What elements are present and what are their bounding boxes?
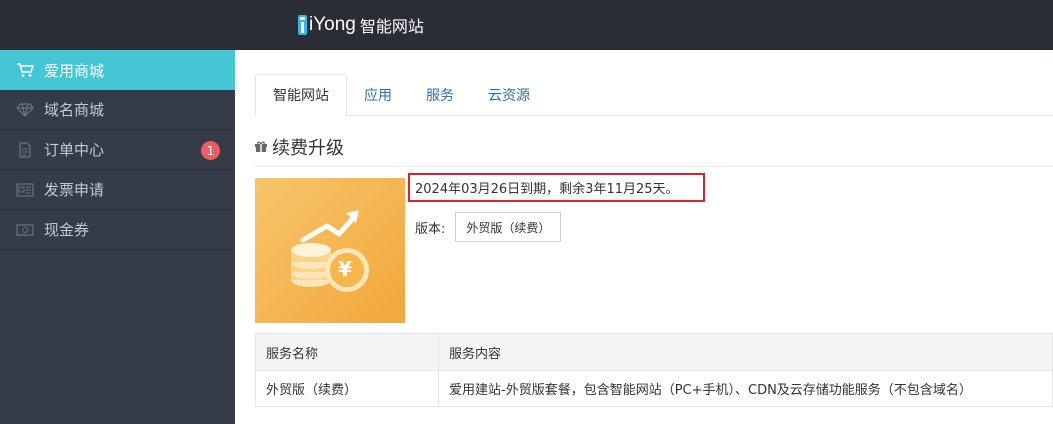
- sidebar-item-invoice[interactable]: 发票申请: [0, 170, 235, 210]
- tab-services[interactable]: 服务: [409, 74, 471, 116]
- coin-symbol: ¥: [338, 257, 352, 281]
- sidebar: 爱用商城 域名商城 订单中心 1 发票申请 现金券: [0, 50, 235, 424]
- sidebar-item-coupon[interactable]: 现金券: [0, 210, 235, 250]
- table-row: 外贸版（续费） 爱用建站-外贸版套餐，包含智能网站（PC+手机）、CDN及云存储…: [255, 370, 1053, 407]
- coupon-icon: [16, 222, 34, 238]
- top-bar: iYong 智能网站: [0, 0, 1053, 50]
- version-label: 版本:: [415, 221, 446, 237]
- document-icon: [16, 141, 34, 158]
- coins-growth-icon: [291, 210, 369, 292]
- sidebar-item-label: 订单中心: [44, 141, 105, 159]
- service-content-cell: 爱用建站-外贸版套餐，包含智能网站（PC+手机）、CDN及云存储功能服务（不包含…: [438, 370, 1053, 407]
- logo-icon: [298, 15, 307, 35]
- service-name-cell: 外贸版（续费）: [255, 370, 439, 407]
- tab-smart-website[interactable]: 智能网站: [255, 74, 347, 116]
- sidebar-item-mall[interactable]: 爱用商城: [0, 50, 235, 90]
- service-table: 服务名称 服务内容 外贸版（续费） 爱用建站-外贸版套餐，包含智能网站（PC+手…: [255, 333, 1053, 407]
- logo-subtitle: 智能网站: [359, 17, 424, 36]
- invoice-icon: [16, 182, 34, 198]
- main-content: 智能网站 应用 服务 云资源 续费升级 ¥ 2024年03月26日到期，剩余3年…: [235, 50, 1053, 424]
- expire-notice: 2024年03月26日到期，剩余3年11月25天。: [408, 173, 705, 202]
- sidebar-item-label: 发票申请: [44, 181, 105, 199]
- section-title: 续费升级: [255, 134, 344, 160]
- tab-bar: 智能网站 应用 服务 云资源: [255, 74, 547, 116]
- version-row: 版本: 外贸版（续费）: [415, 212, 562, 242]
- logo[interactable]: iYong 智能网站: [298, 12, 424, 38]
- section-title-text: 续费升级: [272, 138, 344, 159]
- logo-brand: iYong: [309, 14, 356, 35]
- sidebar-item-domain[interactable]: 域名商城: [0, 90, 235, 130]
- sidebar-item-label: 域名商城: [44, 101, 105, 119]
- tab-cloud-resources[interactable]: 云资源: [471, 74, 547, 116]
- order-count-badge: 1: [201, 141, 220, 160]
- table-header-row: 服务名称 服务内容: [255, 333, 1053, 371]
- cart-icon: [16, 62, 34, 78]
- product-image: ¥: [255, 178, 405, 323]
- tab-apps[interactable]: 应用: [347, 74, 409, 116]
- diamond-icon: [16, 102, 34, 118]
- title-divider: [255, 166, 1053, 167]
- column-header-service-content: 服务内容: [438, 333, 1053, 371]
- version-select[interactable]: 外贸版（续费）: [455, 212, 562, 242]
- sidebar-item-orders[interactable]: 订单中心 1: [0, 130, 235, 170]
- column-header-service-name: 服务名称: [255, 333, 439, 371]
- sidebar-item-label: 爱用商城: [44, 61, 105, 80]
- gift-icon: [255, 141, 267, 152]
- sidebar-item-label: 现金券: [44, 221, 90, 239]
